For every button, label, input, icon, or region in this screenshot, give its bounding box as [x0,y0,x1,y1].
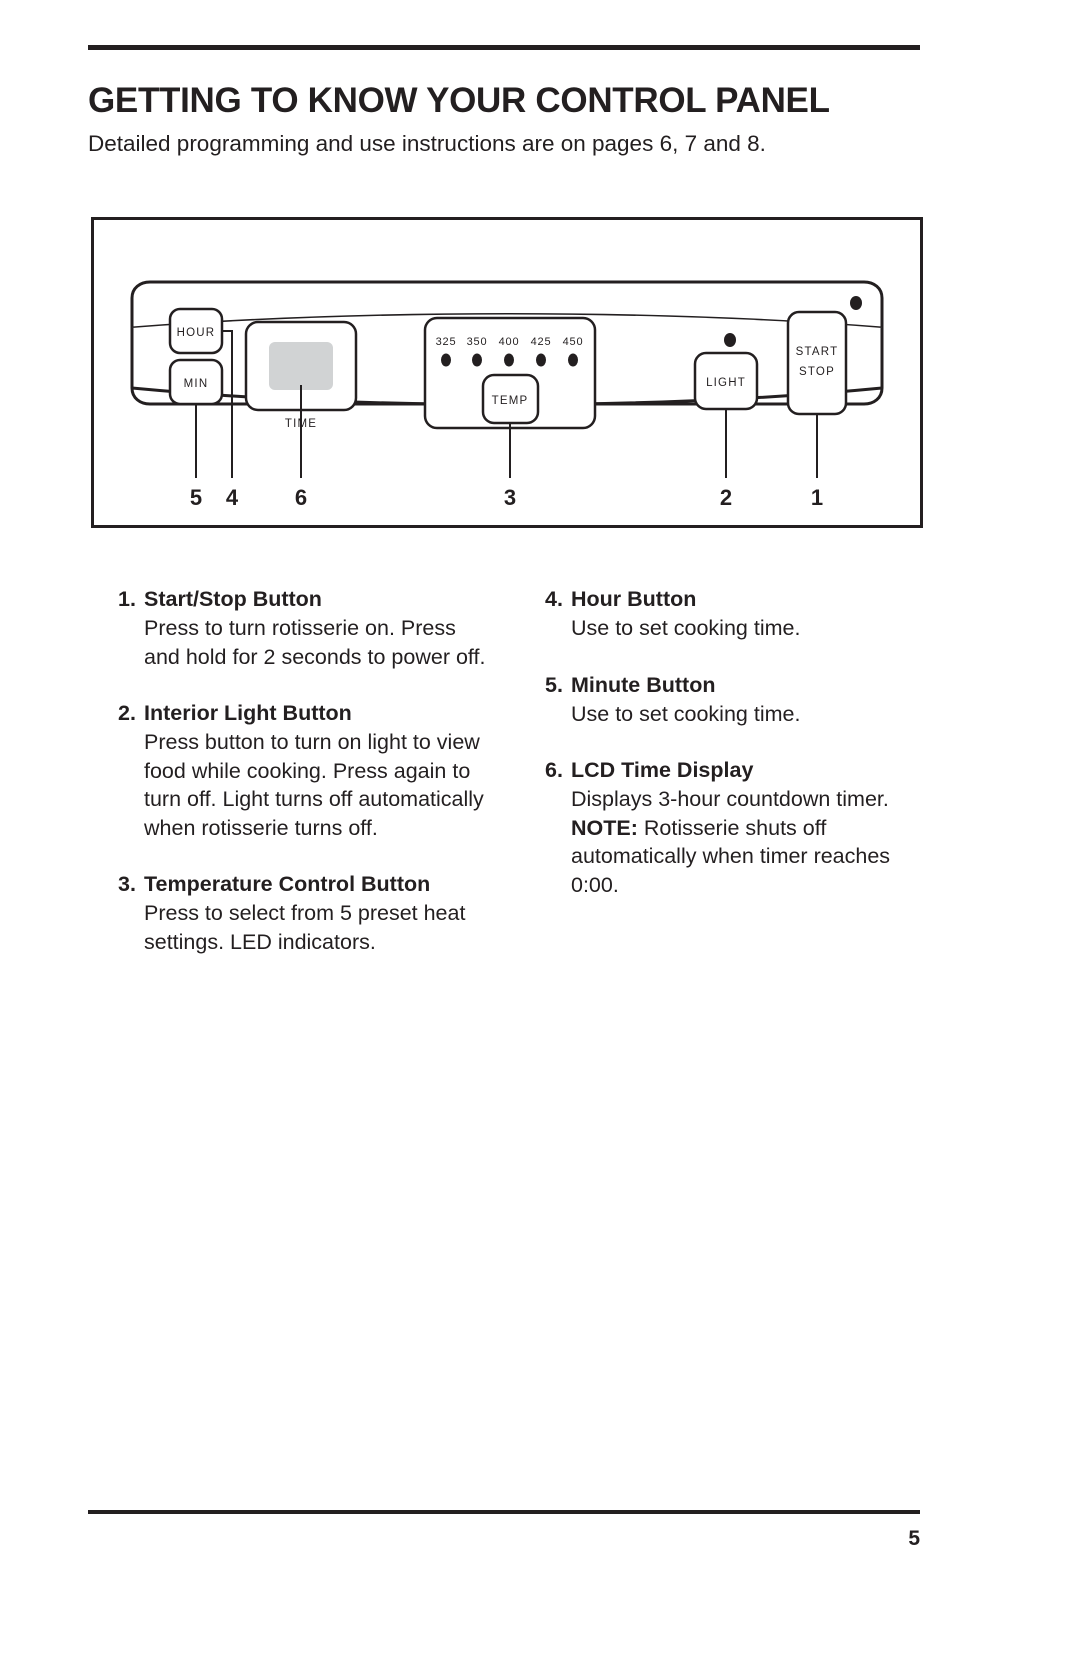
temp-preset-label-450: 450 [563,336,584,348]
instruction-body-6-line1: Displays 3-hour countdown timer. [571,787,889,811]
control-panel-illustration: HOUR MIN TIME 325 350 400 425 450 TEMP L… [130,280,884,510]
instruction-number-1: 1. [118,587,136,611]
callout-1: 1 [811,485,823,510]
callout-2: 2 [720,485,732,510]
instruction-title-2: Interior Light Button [144,701,352,725]
instruction-title-3: Temperature Control Button [144,872,431,896]
note-label: NOTE: [571,815,638,840]
instruction-body-1: Press to turn rotisserie on. Press and h… [144,616,486,669]
footer-rule [88,1510,920,1514]
instruction-item-3: 3. Temperature Control Button Press to se… [118,870,490,956]
instruction-body-3: Press to select from 5 preset heat setti… [144,901,466,954]
instruction-title-4: Hour Button [571,587,697,611]
start-stop-led-icon [850,296,862,310]
instruction-number-4: 4. [545,587,563,611]
instruction-number-5: 5. [545,672,563,697]
instruction-item-2: 2. Interior Light Button Press button to … [118,699,490,842]
light-led-icon [724,333,736,347]
instruction-item-5: 5. Minute Button Use to set cooking time. [545,671,930,729]
callout-6: 6 [295,485,307,510]
temp-button-label: TEMP [492,395,529,407]
instruction-title-6: LCD Time Display [571,758,754,782]
temp-preset-label-350: 350 [467,336,488,348]
instruction-body-4: Use to set cooking time. [571,616,801,640]
instruction-heading-5: 5. Minute Button [545,671,930,700]
lcd-time-display [269,342,333,390]
instruction-heading-6: 6. LCD Time Display [545,756,930,785]
instruction-number-6: 6. [545,758,563,782]
instruction-heading-2: 2. Interior Light Button [118,699,490,728]
instruction-title-1: Start/Stop Button [144,587,322,611]
temp-led-450-icon [568,353,578,367]
instruction-item-6: 6. LCD Time Display Displays 3-hour count… [545,756,930,899]
control-panel-diagram: HOUR MIN TIME 325 350 400 425 450 TEMP L… [91,217,923,528]
temp-led-425-icon [536,353,546,367]
instruction-title-5: Minute Button [571,672,716,697]
light-button-label: LIGHT [706,377,746,389]
header-rule [88,45,920,50]
min-button-label: MIN [184,378,209,390]
instruction-item-1: 1. Start/Stop Button Press to turn rotiss… [118,585,490,671]
start-stop-button[interactable] [786,310,848,416]
hour-button-label: HOUR [177,327,216,339]
instruction-body-2: Press button to turn on light to view fo… [144,730,484,840]
callout-3: 3 [504,485,516,510]
temp-led-400-icon [504,353,514,367]
instruction-body-6: Displays 3-hour countdown timer. NOTE: R… [545,785,930,899]
instruction-body-5: Use to set cooking time. [571,701,801,726]
instruction-number-3: 3. [118,872,136,896]
manual-page: GETTING TO KNOW YOUR CONTROL PANEL Detai… [0,0,1080,1669]
temp-led-325-icon [441,353,451,367]
instruction-heading-4: 4. Hour Button [545,585,930,614]
page-number: 5 [908,1527,920,1550]
temp-preset-label-325: 325 [436,336,457,348]
instructions-column-left: 1. Start/Stop Button Press to turn rotiss… [118,585,490,956]
page-subtitle: Detailed programming and use instruction… [88,131,766,156]
temp-led-350-icon [472,353,482,367]
temp-preset-label-400: 400 [499,336,520,348]
page-title: GETTING TO KNOW YOUR CONTROL PANEL [88,81,830,120]
instruction-heading-3: 3. Temperature Control Button [118,870,490,899]
stop-button-label: STOP [799,366,835,378]
callout-4: 4 [226,485,239,510]
instruction-heading-1: 1. Start/Stop Button [118,585,490,614]
instruction-number-2: 2. [118,701,136,725]
temp-preset-label-425: 425 [531,336,552,348]
callout-5: 5 [190,485,202,510]
start-button-label: START [796,346,839,358]
instruction-item-4: 4. Hour Button Use to set cooking time. [545,585,930,643]
instructions-column-right: 4. Hour Button Use to set cooking time. 5… [545,585,930,899]
